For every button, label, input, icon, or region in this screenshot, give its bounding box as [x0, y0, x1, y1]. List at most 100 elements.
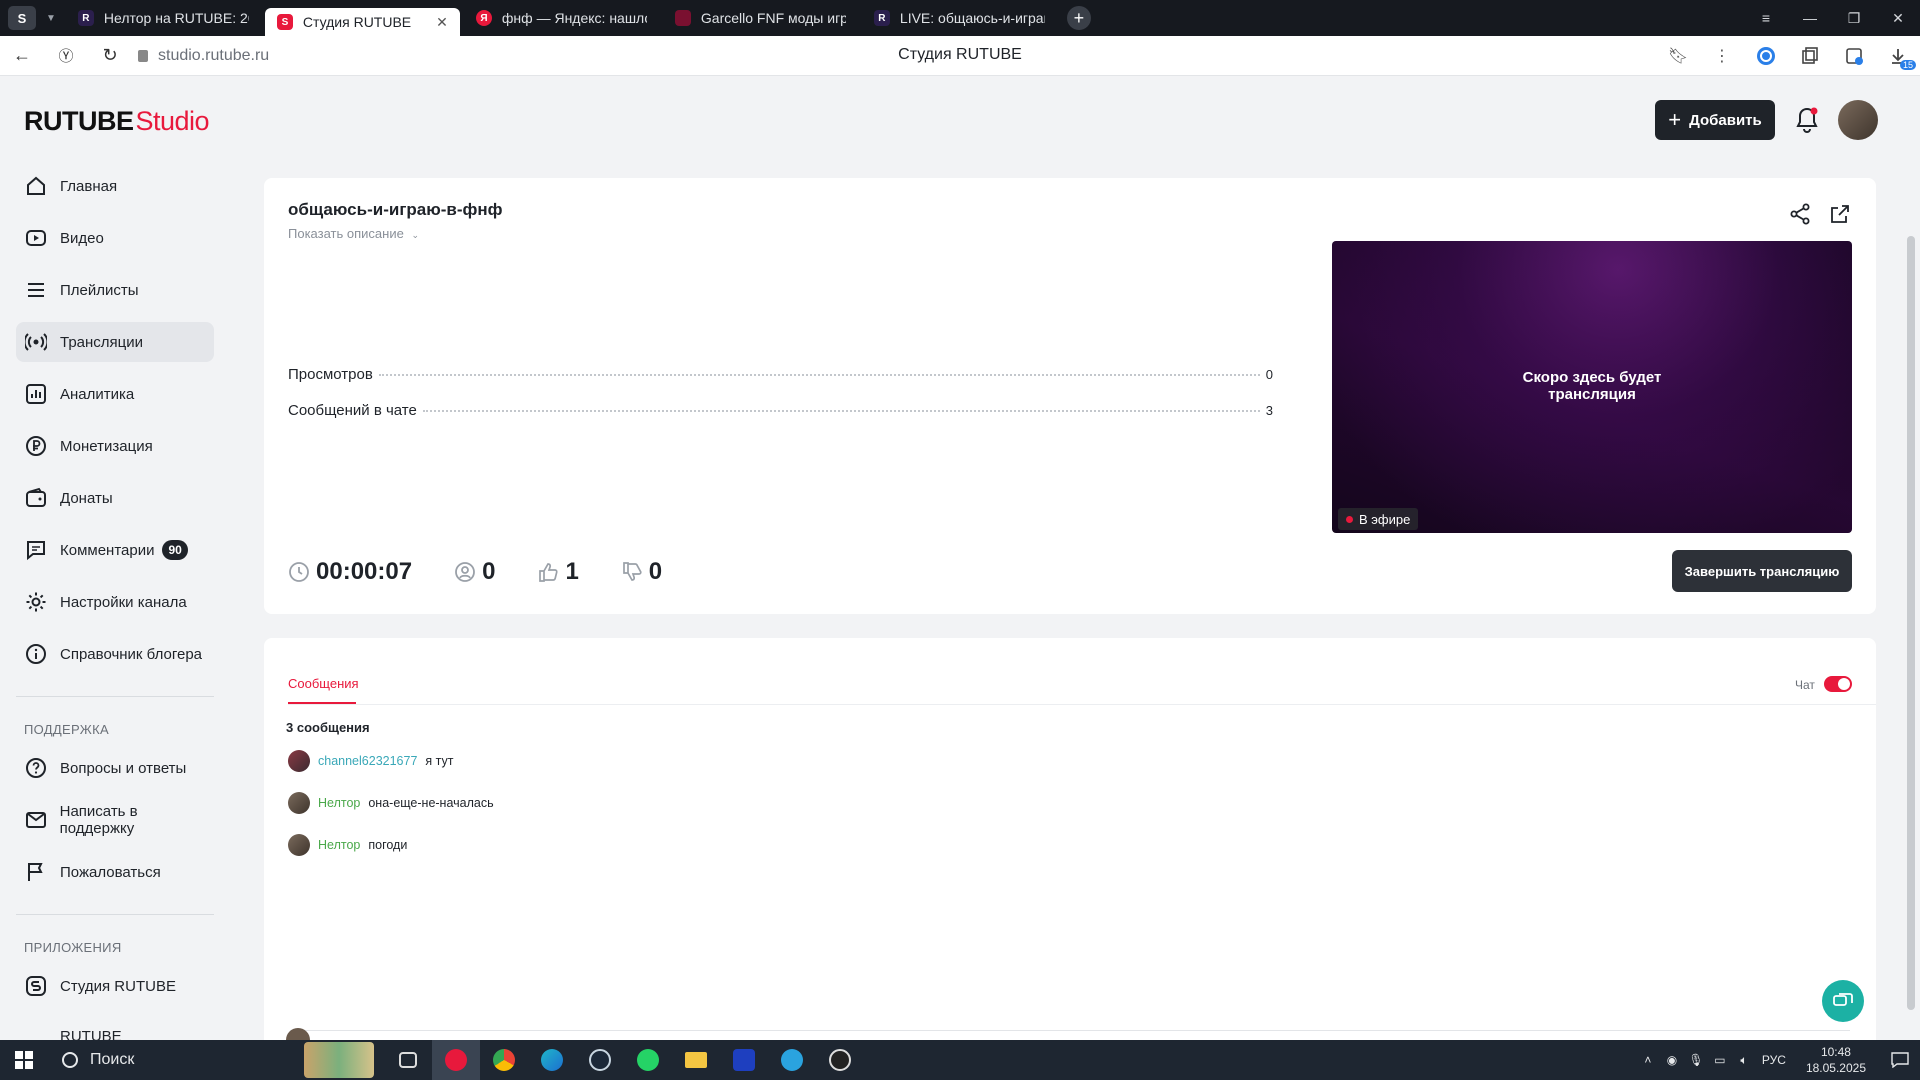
more-icon[interactable]: ⋮ [1700, 36, 1744, 76]
share-icon[interactable] [1788, 202, 1812, 226]
taskbar-clock[interactable]: 10:48 18.05.2025 [1806, 1044, 1866, 1076]
url-field[interactable]: studio.rutube.ru [138, 42, 468, 70]
bookmark-icon[interactable]: 🔖︎ [1656, 36, 1700, 76]
stream-counters: 00:00:07 0 1 0 [288, 558, 704, 586]
sidebar-item-donations[interactable]: Донаты [16, 478, 214, 518]
whatsapp-icon[interactable] [624, 1040, 672, 1080]
network-icon[interactable]: ▭ [1708, 1053, 1732, 1067]
sidebar-item-broadcasts[interactable]: Трансляции [16, 322, 214, 362]
chat-messages-stat: Сообщений в чате 3 [288, 402, 1273, 419]
new-tab-button[interactable]: + [1066, 6, 1091, 30]
chat-message: channel62321677 я тут [288, 750, 454, 772]
support-chat-button[interactable] [1822, 980, 1864, 1022]
external-link-icon[interactable] [1828, 202, 1852, 226]
message-author[interactable]: channel62321677 [318, 754, 417, 768]
browser-tab-active[interactable]: S Студия RUTUBE ✕ [264, 8, 460, 36]
alice-icon[interactable] [1744, 36, 1788, 76]
mail-icon [24, 808, 48, 832]
browser-tab[interactable]: Я фнф — Яндекс: нашлось ( [464, 4, 659, 32]
game-app-icon[interactable] [720, 1040, 768, 1080]
chevron-up-icon[interactable]: ˄ [1636, 1053, 1660, 1067]
sidebar-item-rutube-app[interactable]: RUTUBE [16, 1018, 214, 1040]
chevron-down-icon: ⌄ [411, 230, 419, 240]
sidebar-item-write-support[interactable]: Написать в поддержку [16, 800, 214, 840]
browser-tab-strip: S ▼ R Нелтор на RUTUBE: 26 ви S Студия R… [0, 0, 1920, 36]
browser-tab[interactable]: R Нелтор на RUTUBE: 26 ви [66, 4, 261, 32]
chat-input-field[interactable] [290, 1030, 1850, 1031]
volume-icon[interactable]: 🔈︎ [1732, 1053, 1756, 1068]
sidebar-item-rutube-studio-app[interactable]: Студия RUTUBE [16, 966, 214, 1006]
close-tab-icon[interactable]: ✕ [436, 14, 448, 31]
rutube-studio-logo[interactable]: RUTUBEStudio [24, 106, 210, 137]
notification-center-icon[interactable] [1880, 1040, 1920, 1080]
ruble-icon [24, 434, 48, 458]
show-description-toggle[interactable]: Показать описание ⌄ [288, 226, 419, 241]
live-dot-icon [1346, 515, 1353, 523]
question-icon [24, 756, 48, 780]
taskbar-search[interactable]: Поиск [48, 1040, 264, 1080]
browser-menu-icon[interactable]: S [8, 6, 36, 30]
yandex-browser-icon[interactable] [432, 1040, 480, 1080]
avatar[interactable] [288, 792, 310, 814]
downloads-icon[interactable]: 15 [1876, 36, 1920, 76]
avatar[interactable] [288, 834, 310, 856]
message-text: погоди [368, 838, 408, 852]
chevron-down-icon[interactable]: ▼ [46, 13, 56, 24]
message-author[interactable]: Нелтор [318, 796, 360, 810]
windows-start-icon[interactable] [0, 1040, 48, 1080]
file-explorer-icon[interactable] [672, 1040, 720, 1080]
user-avatar[interactable] [1838, 100, 1878, 140]
sidebar-item-faq[interactable]: Вопросы и ответы [16, 748, 214, 788]
chat-card: Сообщения Чат 3 сообщения channel6232167… [264, 638, 1876, 1040]
page-scrollbar[interactable] [1900, 76, 1920, 1040]
browser-tab[interactable]: Garcello FNF моды играт [663, 4, 858, 32]
reload-icon[interactable]: ↻ [88, 36, 132, 76]
garcello-icon [674, 10, 691, 26]
microphone-icon[interactable]: 🎙︎ [1684, 1053, 1708, 1067]
task-view-icon[interactable] [384, 1040, 432, 1080]
scrollbar-thumb[interactable] [1907, 236, 1915, 1010]
tab-messages[interactable]: Сообщения [288, 676, 359, 691]
webcam-icon[interactable]: ◉ [1660, 1053, 1684, 1067]
steam-icon[interactable] [576, 1040, 624, 1080]
rutube-studio-icon [24, 974, 48, 998]
dislikes-counter: 0 [621, 558, 662, 586]
minimize-icon[interactable]: — [1788, 0, 1832, 36]
search-highlight-image[interactable] [304, 1042, 374, 1078]
sidebar-item-playlists[interactable]: Плейлисты [16, 270, 214, 310]
rutube-studio-icon: S [276, 14, 293, 30]
browser-menu-icon[interactable]: ≡ [1744, 0, 1788, 36]
close-window-icon[interactable]: ✕ [1876, 0, 1920, 36]
telegram-icon[interactable] [768, 1040, 816, 1080]
home-icon [24, 174, 48, 198]
back-icon[interactable]: ← [0, 36, 44, 76]
end-stream-button[interactable]: Завершить трансляцию [1672, 550, 1852, 592]
chat-toggle[interactable] [1824, 676, 1852, 692]
sidebar-item-report[interactable]: Пожаловаться [16, 852, 214, 892]
message-text: я тут [425, 754, 454, 768]
message-author[interactable]: Нелтор [318, 838, 360, 852]
notifications-bell-icon[interactable] [1794, 106, 1820, 134]
sidebar-item-comments[interactable]: Комментарии 90 [16, 530, 214, 570]
language-indicator[interactable]: РУС [1756, 1053, 1792, 1067]
leader-dots [422, 410, 1260, 412]
browser-tab[interactable]: R LIVE: общаюсь-и-играю-в [862, 4, 1057, 32]
collections-icon[interactable] [1788, 36, 1832, 76]
thumbs-down-icon [622, 562, 642, 581]
avatar[interactable] [288, 750, 310, 772]
sidebar-item-channel-settings[interactable]: Настройки канала [16, 582, 214, 622]
chrome-icon[interactable] [480, 1040, 528, 1080]
extensions-icon[interactable] [1832, 36, 1876, 76]
add-button[interactable]: + Добавить [1655, 100, 1775, 140]
sidebar-item-analytics[interactable]: Аналитика [16, 374, 214, 414]
edge-icon[interactable] [528, 1040, 576, 1080]
sidebar-item-blogger-guide[interactable]: Справочник блогера [16, 634, 214, 674]
obs-icon[interactable] [816, 1040, 864, 1080]
sidebar-item-home[interactable]: Главная [16, 166, 214, 206]
stream-preview[interactable]: Скоро здесь будет трансляция В эфире [1332, 241, 1852, 533]
sidebar-item-video[interactable]: Видео [16, 218, 214, 258]
sidebar-item-monetization[interactable]: Монетизация [16, 426, 214, 466]
yandex-button-icon[interactable]: Ⓨ [44, 36, 88, 76]
restore-icon[interactable]: ❐ [1832, 0, 1876, 36]
thumbs-up-icon [539, 563, 559, 582]
